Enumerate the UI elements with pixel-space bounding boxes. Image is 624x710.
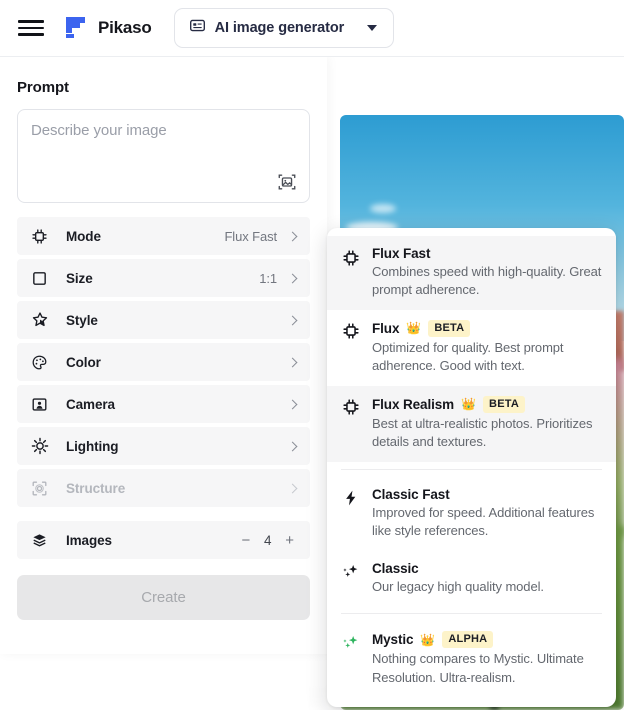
dropdown-item-title: Flux: [372, 320, 400, 336]
images-stepper: − 4 +: [241, 533, 294, 548]
chip-icon: [30, 227, 49, 246]
images-count-value: 4: [263, 532, 272, 548]
option-value: 1:1: [259, 270, 277, 286]
chevron-right-icon: [287, 231, 298, 241]
option-label: Structure: [66, 480, 126, 496]
camera-icon: [30, 395, 49, 414]
square-icon: [30, 269, 49, 288]
palette-icon: [30, 353, 49, 372]
sparkle-dark-icon: [341, 563, 360, 582]
option-row-lighting[interactable]: Lighting: [17, 427, 310, 465]
dropdown-item-mystic[interactable]: Mystic 👑 ALPHA Nothing compares to Mysti…: [327, 621, 616, 697]
bolt-icon: [341, 489, 360, 508]
option-label: Mode: [66, 228, 101, 244]
option-row-images[interactable]: Images − 4 +: [17, 521, 310, 559]
chevron-right-icon: [287, 357, 298, 367]
option-value: Flux Fast: [224, 228, 277, 244]
image-reference-icon[interactable]: [277, 172, 297, 192]
crown-icon: 👑: [406, 321, 422, 336]
dropdown-item-classic[interactable]: Classic Our legacy high quality model.: [327, 551, 616, 606]
chevron-right-icon: [287, 315, 298, 325]
app-header: Pikaso AI image generator: [0, 0, 624, 57]
chevron-right-icon: [287, 483, 298, 493]
decrement-images-button[interactable]: −: [241, 533, 250, 548]
dropdown-item-description: Optimized for quality. Best prompt adher…: [372, 339, 564, 374]
chevron-right-icon: [287, 441, 298, 451]
prompt-placeholder: Describe your image: [31, 122, 167, 139]
option-label: Lighting: [66, 438, 119, 454]
app-root: Pikaso AI image generator Prompt Describ…: [0, 0, 624, 710]
dropdown-divider: [341, 468, 602, 470]
sparkle-green-icon: [341, 633, 360, 652]
tool-selector-label: AI image generator: [214, 20, 345, 36]
dropdown-item-description: Combines speed with high-quality. Great …: [372, 264, 602, 298]
option-label: Color: [66, 354, 101, 370]
dropdown-item-flux-realism[interactable]: Flux Realism 👑 BETA Best at ultra-realis…: [327, 385, 616, 462]
crown-icon: 👑: [420, 632, 436, 647]
create-button[interactable]: Create: [17, 575, 310, 620]
chevron-down-icon: [367, 25, 378, 31]
chip-icon: [341, 248, 360, 267]
structure-icon: [30, 479, 49, 498]
chevron-right-icon: [287, 399, 298, 409]
chip-icon: [341, 398, 360, 417]
dropdown-item-flux-fast[interactable]: Flux Fast Combines speed with high-quali…: [327, 236, 616, 310]
option-row-color[interactable]: Color: [17, 343, 310, 381]
status-badge: BETA: [483, 395, 525, 413]
option-row-camera[interactable]: Camera: [17, 385, 310, 423]
dropdown-item-description: Best at ultra-realistic photos. Prioriti…: [372, 415, 593, 450]
option-row-structure: Structure: [17, 469, 310, 507]
increment-images-button[interactable]: +: [285, 533, 294, 548]
lighting-icon: [30, 437, 49, 456]
mode-dropdown-menu: Flux Fast Combines speed with high-quali…: [327, 228, 616, 707]
status-badge: ALPHA: [442, 631, 494, 649]
option-row-mode[interactable]: Mode Flux Fast: [17, 217, 310, 255]
brand-name: Pikaso: [98, 18, 152, 37]
layers-icon: [30, 531, 49, 550]
option-label: Camera: [66, 396, 115, 412]
option-label: Images: [66, 532, 112, 548]
option-label: Style: [66, 312, 98, 328]
dropdown-item-description: Nothing compares to Mystic. Ultimate Res…: [372, 651, 584, 685]
dropdown-item-title: Flux Fast: [372, 246, 431, 261]
dropdown-divider: [341, 613, 602, 615]
dropdown-item-flux[interactable]: Flux 👑 BETA Optimized for quality. Best …: [327, 310, 616, 386]
dropdown-item-title: Classic: [372, 560, 419, 576]
prompt-input-box[interactable]: Describe your image: [17, 109, 310, 203]
option-label: Size: [66, 270, 93, 286]
dropdown-item-classic-fast[interactable]: Classic Fast Improved for speed. Additio…: [327, 477, 616, 551]
dropdown-item-title: Mystic: [372, 632, 414, 648]
dropdown-item-description: Improved for speed. Additional features …: [372, 504, 595, 539]
tool-selector-button[interactable]: AI image generator: [173, 8, 395, 48]
chip-icon: [341, 322, 360, 341]
panel-title: Prompt: [17, 79, 69, 96]
panel-bottom-fade: [0, 654, 327, 710]
status-badge: BETA: [428, 319, 471, 337]
option-row-style[interactable]: Style: [17, 301, 310, 339]
freepik-logo-icon[interactable]: [66, 17, 88, 39]
hamburger-menu-icon[interactable]: [18, 18, 44, 38]
dropdown-item-title: Flux Realism: [372, 396, 455, 412]
dropdown-item-title: Classic Fast: [372, 486, 450, 502]
dropdown-item-description: Our legacy high quality model.: [372, 578, 544, 594]
star-icon: [30, 311, 49, 330]
ai-generator-icon: [189, 17, 206, 39]
option-row-size[interactable]: Size 1:1: [17, 259, 310, 297]
prompt-panel: Prompt Describe your image Mode Flux Fas…: [0, 57, 327, 654]
options-list: Mode Flux Fast Size 1:1 Style Color Came…: [17, 217, 310, 559]
chevron-right-icon: [287, 273, 298, 283]
crown-icon: 👑: [461, 397, 477, 412]
